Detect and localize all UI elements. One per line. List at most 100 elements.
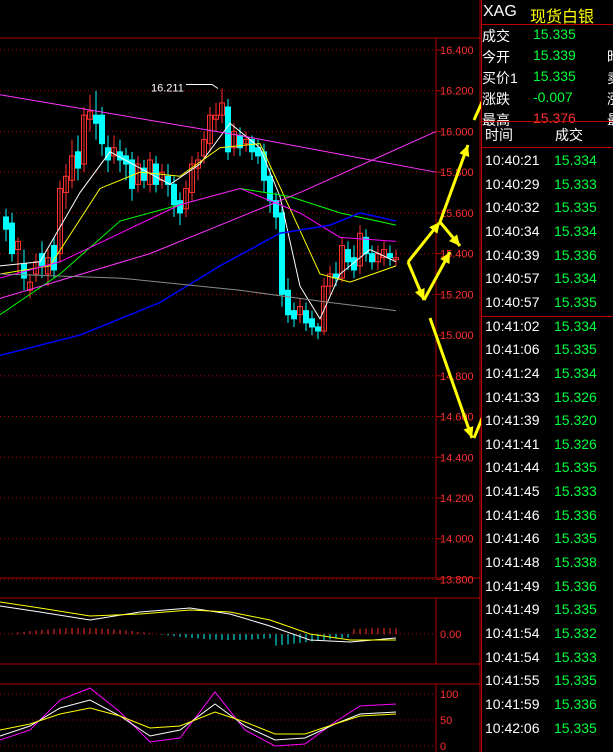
- tick-row: 10:41:41 15.326: [481, 433, 613, 456]
- panel-divider: [481, 147, 613, 148]
- tick-time: 10:41:33: [485, 388, 540, 405]
- macd-axis-label: 0.00: [440, 629, 461, 641]
- quote-label: 成交: [482, 28, 510, 44]
- tick-price: 15.334: [554, 364, 597, 381]
- tick-time: 10:41:59: [485, 695, 540, 712]
- quote-value: 15.339: [533, 47, 576, 63]
- tick-row: 10:41:54 15.333: [481, 646, 613, 669]
- tick-row: 10:41:24 15.334: [481, 362, 613, 385]
- candle-body: [267, 175, 273, 202]
- quote-row: 涨跌 -0.007 涨: [481, 87, 613, 108]
- price-axis-label: 13.800: [440, 574, 474, 586]
- tick-price: 15.336: [554, 246, 597, 263]
- tick-time: 10:40:29: [485, 175, 540, 192]
- candle-body: [177, 200, 183, 214]
- candle-body: [369, 253, 375, 263]
- tick-price: 15.326: [554, 388, 597, 405]
- candle-body: [225, 106, 231, 153]
- annotation-arrowhead: [463, 426, 474, 438]
- tick-price: 15.334: [554, 270, 597, 287]
- candle-body: [171, 183, 177, 206]
- symbol-code: XAG: [483, 3, 517, 20]
- tick-time: 10:40:32: [485, 199, 540, 216]
- tick-time: 10:41:41: [485, 435, 540, 452]
- tick-time: 10:41:55: [485, 672, 540, 689]
- tick-price: 15.326: [554, 435, 597, 452]
- price-axis-label: 15.200: [440, 289, 474, 301]
- tick-price: 15.336: [554, 695, 597, 712]
- price-axis-label: 16.000: [440, 126, 474, 138]
- annotation-arrowhead: [459, 145, 470, 157]
- symbol-header: XAG 现货白银: [481, 2, 613, 26]
- price-axis-label: 16.200: [440, 86, 474, 98]
- quote-row: 今开 15.339 昨: [481, 45, 613, 66]
- tick-price: 15.333: [554, 648, 597, 665]
- tick-price: 15.336: [554, 577, 597, 594]
- quote-label: 买价1: [482, 70, 518, 86]
- price-axis-label: 14.200: [440, 493, 474, 505]
- tick-row: 10:41:39 15.320: [481, 409, 613, 432]
- candle-body: [291, 310, 297, 320]
- ma30-line: [0, 187, 397, 279]
- ticks-header-price: 成交: [555, 127, 583, 143]
- candle-body: [255, 147, 261, 157]
- tick-time: 10:40:57: [485, 270, 540, 287]
- tick-row: 10:41:55 15.335: [481, 669, 613, 692]
- tick-row: 10:40:21 15.334: [481, 149, 613, 172]
- tick-price: 15.338: [554, 554, 597, 571]
- tick-price: 15.335: [554, 601, 597, 618]
- candle-body: [279, 212, 285, 295]
- quote-label: 今开: [482, 49, 510, 65]
- quote-value: 15.335: [533, 68, 576, 84]
- quote-value: -0.007: [533, 89, 573, 105]
- panel-divider: [481, 0, 482, 752]
- ticks-header-time: 时间: [485, 127, 513, 143]
- candle-body: [99, 114, 105, 145]
- tick-price: 15.335: [554, 719, 597, 736]
- tick-row: 10:40:32 15.335: [481, 196, 613, 219]
- tick-time: 10:41:49: [485, 577, 540, 594]
- tick-time: 10:41:54: [485, 648, 540, 665]
- tick-time: 10:41:49: [485, 601, 540, 618]
- tick-time: 10:41:24: [485, 364, 540, 381]
- candle-body: [387, 253, 393, 259]
- tick-time: 10:41:06: [485, 341, 540, 358]
- tick-price: 15.334: [554, 317, 597, 334]
- tick-row: 10:41:44 15.335: [481, 456, 613, 479]
- quote-panel: XAG 现货白银 成交 15.335 今开 15.339 昨买价1 15.335 卖涨跌 -0…: [481, 0, 613, 752]
- tick-time: 10:41:54: [485, 625, 540, 641]
- tick-row: 10:40:57 15.334: [481, 267, 613, 290]
- tick-time: 10:41:02: [485, 317, 540, 334]
- panel-divider: [481, 121, 613, 122]
- ticks-header: 时间 成交: [481, 121, 613, 147]
- tick-price: 15.335: [554, 459, 597, 476]
- price-axis-label: 14.000: [440, 534, 474, 546]
- candle-body: [309, 318, 315, 328]
- tick-price: 15.333: [554, 175, 597, 192]
- tick-price: 15.335: [554, 530, 597, 547]
- kdj-axis-label: 0: [440, 741, 446, 752]
- panel-divider: [481, 24, 613, 25]
- quote-label: 涨跌: [482, 91, 510, 107]
- tick-time: 10:40:34: [485, 222, 540, 239]
- price-axis-label: 15.000: [440, 330, 474, 342]
- tick-row: 10:40:57 15.335: [481, 291, 613, 314]
- quote-row: 买价1 15.335 卖: [481, 66, 613, 87]
- tick-row: 10:41:59 15.336: [481, 693, 613, 716]
- tick-price: 15.335: [554, 341, 597, 358]
- tick-row: 10:41:02 15.334: [481, 315, 613, 338]
- quote-extra-label: 昨: [607, 47, 613, 67]
- tick-time: 10:41:39: [485, 412, 540, 429]
- tick-price: 15.335: [554, 672, 597, 689]
- tick-row: 10:41:49 15.335: [481, 598, 613, 621]
- tick-row: 10:41:45 15.333: [481, 480, 613, 503]
- tick-price: 15.333: [554, 483, 597, 500]
- tick-price: 15.332: [554, 625, 597, 641]
- tick-price: 15.320: [554, 412, 597, 429]
- quote-row: 成交 15.335: [481, 24, 613, 45]
- panel-divider: [481, 316, 613, 317]
- candle-body: [9, 222, 15, 255]
- candle-body: [285, 289, 291, 316]
- tick-row: 10:41:49 15.336: [481, 575, 613, 598]
- quote-value: 15.335: [533, 26, 576, 42]
